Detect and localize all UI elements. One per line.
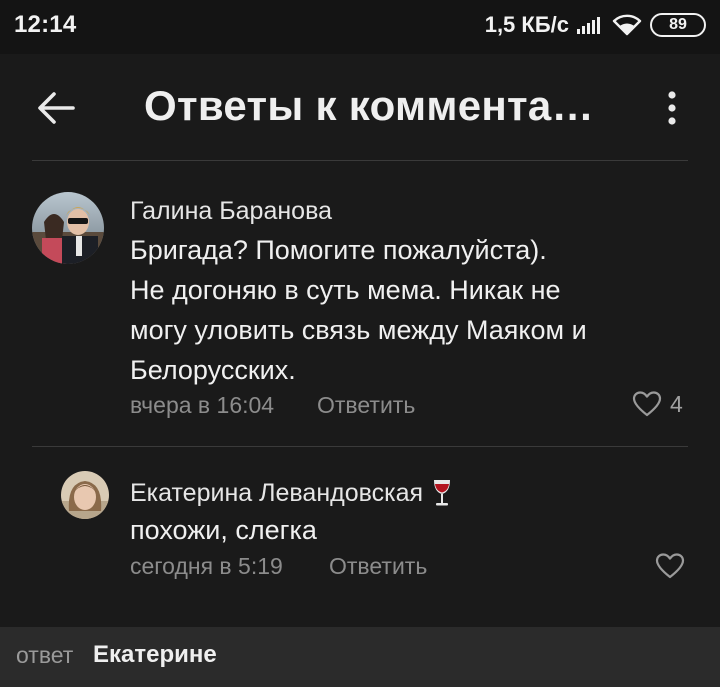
comment-text-line: похожи, слегка bbox=[130, 515, 317, 545]
heart-icon bbox=[655, 552, 685, 580]
heart-icon bbox=[632, 390, 662, 418]
comment-text-line: Белорусских. bbox=[130, 355, 296, 385]
header-divider bbox=[32, 160, 688, 161]
status-time: 12:14 bbox=[14, 11, 77, 38]
battery-icon: 89 bbox=[650, 13, 706, 37]
reply-prefix: ответ bbox=[16, 642, 74, 668]
comment-author[interactable]: Галина Баранова bbox=[130, 197, 332, 226]
wine-glass-icon bbox=[431, 478, 453, 508]
signal-icon bbox=[577, 16, 600, 34]
comment-text: похожи, слегка bbox=[130, 510, 670, 550]
comment-text: Бригада? Помогите пожалуйста). Не догоня… bbox=[130, 230, 670, 390]
network-speed: 1,5 КБ/с bbox=[484, 12, 569, 37]
comment-author[interactable]: Екатерина Левандовская bbox=[130, 478, 453, 508]
like-count: 4 bbox=[670, 390, 683, 417]
like-button[interactable]: 4 bbox=[632, 390, 683, 418]
wifi-icon bbox=[612, 13, 642, 37]
more-vertical-icon bbox=[667, 90, 677, 126]
more-options-button[interactable] bbox=[646, 78, 698, 138]
reply-button[interactable]: Ответить bbox=[317, 392, 415, 419]
avatar[interactable] bbox=[61, 471, 109, 519]
back-button[interactable] bbox=[28, 80, 84, 136]
reply-button[interactable]: Ответить bbox=[329, 553, 427, 580]
arrow-left-icon bbox=[36, 91, 76, 125]
status-indicators: 1,5 КБ/с 89 bbox=[485, 9, 706, 41]
reply-bar[interactable]: ответ Екатерине bbox=[0, 627, 720, 687]
page-title: Ответы к коммента… bbox=[144, 82, 594, 129]
comment-author-name: Екатерина Левандовская bbox=[130, 478, 424, 507]
comment-text-line: Бригада? Помогите пожалуйста). bbox=[130, 235, 547, 265]
reply-target: Екатерине bbox=[93, 641, 217, 668]
like-button[interactable] bbox=[655, 552, 685, 580]
comment-text-line: могу уловить связь между Маяком и bbox=[130, 315, 587, 345]
comment-time: сегодня в 5:19 bbox=[130, 553, 283, 579]
comment-time: вчера в 16:04 bbox=[130, 392, 275, 418]
comment-text-line: Не догоняю в суть мема. Никак не bbox=[130, 275, 561, 305]
app-bar: Ответы к коммента… bbox=[0, 54, 720, 160]
battery-level: 89 bbox=[669, 16, 687, 33]
status-bar: 12:14 1,5 КБ/с 89 bbox=[0, 0, 720, 54]
comment-divider bbox=[32, 446, 688, 447]
avatar[interactable] bbox=[32, 192, 104, 264]
